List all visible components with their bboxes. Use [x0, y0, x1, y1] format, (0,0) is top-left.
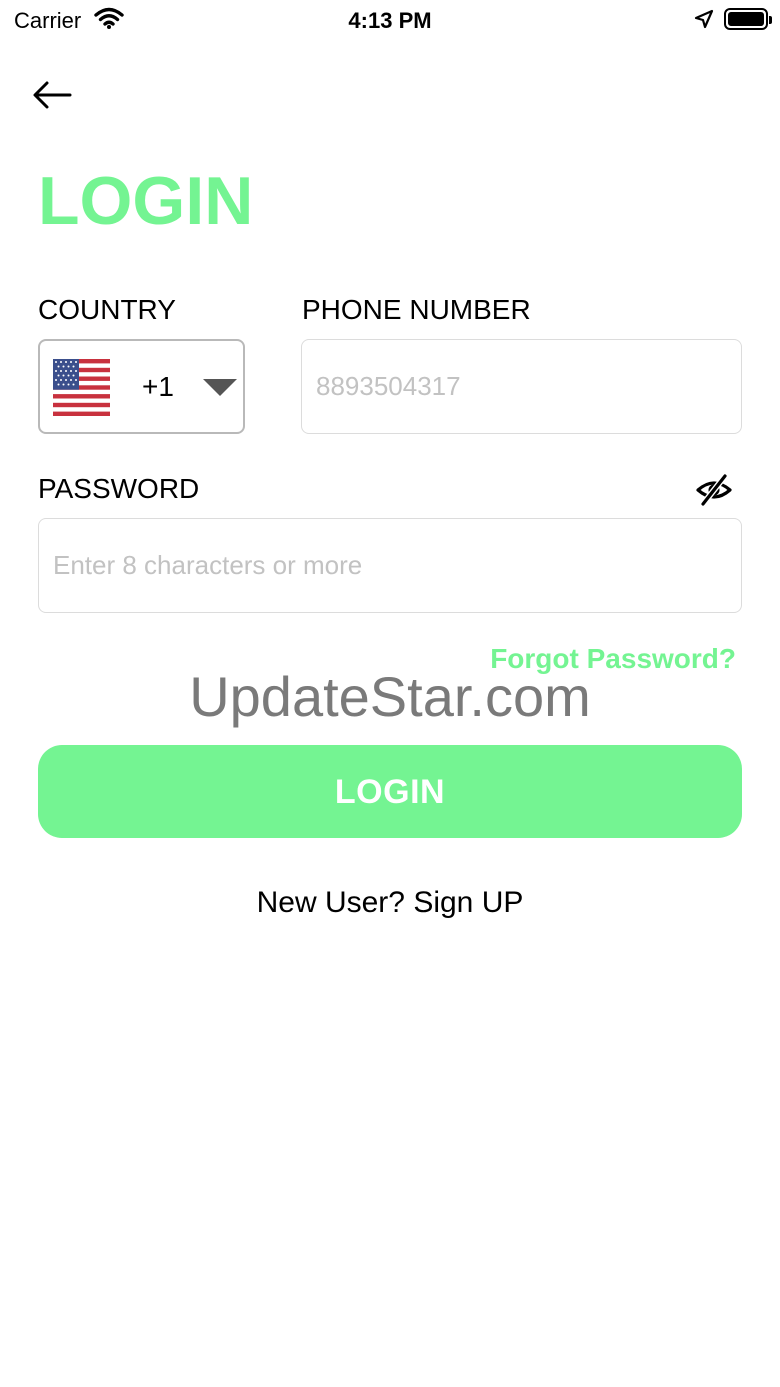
- eye-slash-icon: [696, 473, 732, 507]
- password-label: PASSWORD: [38, 473, 200, 504]
- watermark: UpdateStar.com: [189, 665, 591, 728]
- phone-number-placeholder: 8893504317: [316, 371, 461, 401]
- login-button[interactable]: LOGIN: [38, 745, 742, 838]
- us-flag-icon: [53, 359, 110, 416]
- signup-link[interactable]: New User? Sign UP: [0, 886, 780, 920]
- password-visibility-toggle[interactable]: [694, 472, 734, 508]
- battery-icon: [724, 8, 772, 30]
- password-input[interactable]: Enter 8 characters or more: [38, 518, 742, 613]
- status-bar: Carrier 4:13 PM: [0, 0, 780, 40]
- page-title: LOGIN: [38, 163, 254, 239]
- location-arrow-icon: [694, 9, 714, 29]
- login-button-label: LOGIN: [334, 773, 446, 811]
- password-placeholder: Enter 8 characters or more: [53, 550, 363, 580]
- phone-number-label: PHONE NUMBER: [302, 294, 531, 325]
- country-label: COUNTRY: [38, 294, 176, 325]
- status-time: 4:13 PM: [348, 8, 432, 33]
- dial-code: +1: [142, 371, 174, 402]
- back-button[interactable]: [30, 76, 76, 116]
- caret-down-icon: [203, 379, 237, 396]
- country-code-dropdown[interactable]: +1: [38, 339, 245, 434]
- phone-number-input[interactable]: 8893504317: [301, 339, 742, 434]
- arrow-left-icon: [33, 81, 72, 109]
